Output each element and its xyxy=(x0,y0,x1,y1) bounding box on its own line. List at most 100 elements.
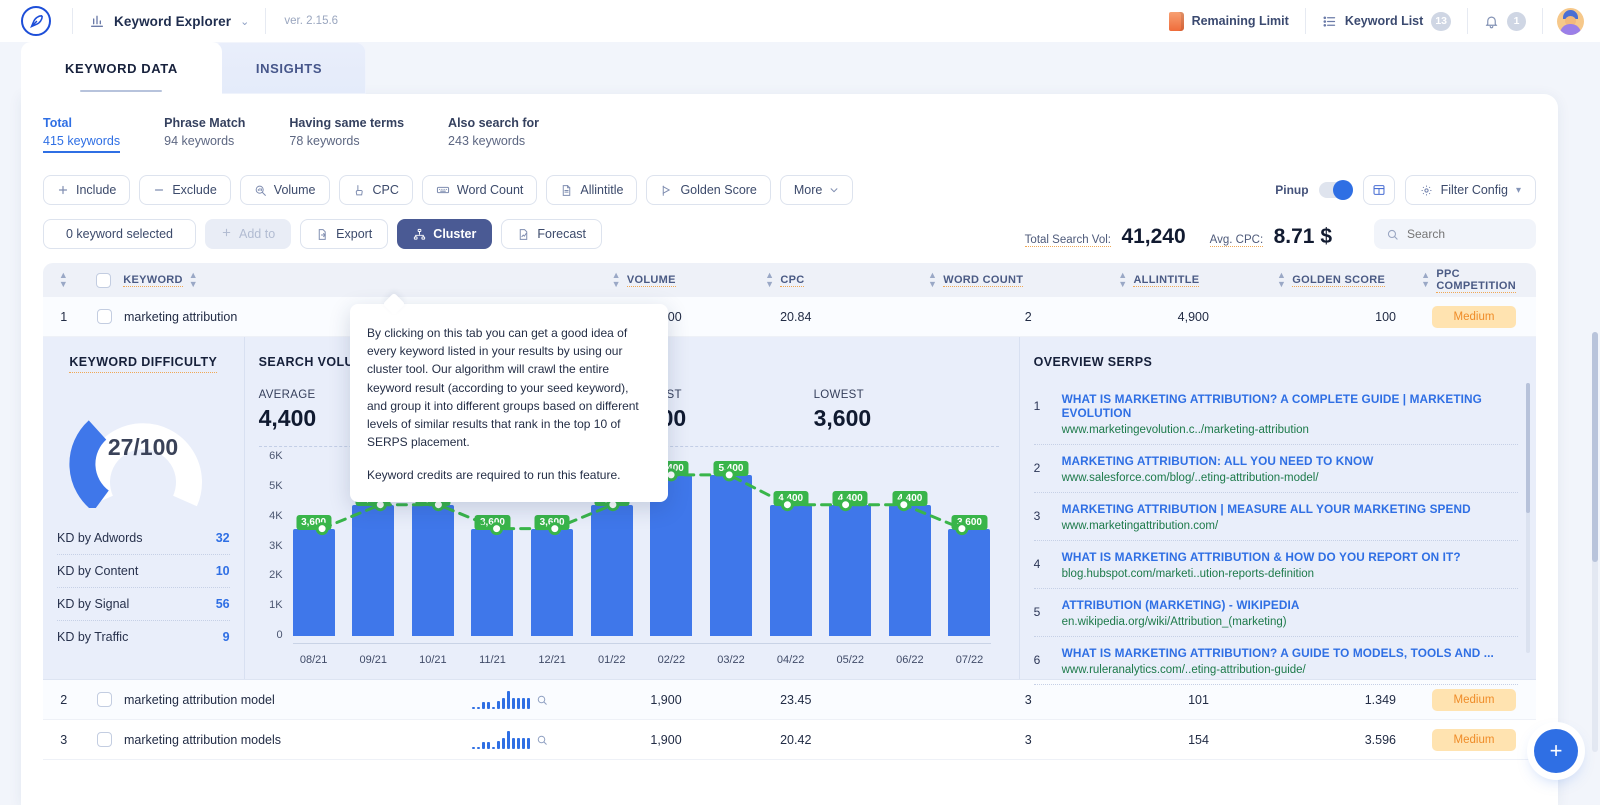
chart-bar[interactable] xyxy=(412,505,454,636)
filter-cpc-button[interactable]: CPC xyxy=(339,175,413,205)
serp-title-link[interactable]: MARKETING ATTRIBUTION | MEASURE ALL YOUR… xyxy=(1062,502,1518,516)
chart-bar-column[interactable]: 4,400 xyxy=(770,457,812,636)
serp-title-link[interactable]: WHAT IS MARKETING ATTRIBUTION? A COMPLET… xyxy=(1062,392,1518,420)
magnifier-icon[interactable] xyxy=(536,734,548,746)
app-logo[interactable] xyxy=(0,6,72,36)
kd-row-adwords: KD by Adwords 32 xyxy=(57,522,230,555)
header-ppc-competition[interactable]: ▲▼ PPC COMPETITION xyxy=(1421,268,1536,293)
filter-exclude-button[interactable]: Exclude xyxy=(139,175,230,205)
sort-icon[interactable]: ▲▼ xyxy=(612,271,621,289)
sort-icon[interactable]: ▲▼ xyxy=(1277,271,1286,289)
header-volume-label: VOLUME xyxy=(627,274,676,287)
pinup-toggle[interactable] xyxy=(1319,182,1353,198)
table-row[interactable]: 3 marketing attribution models 1,900 20.… xyxy=(43,720,1536,760)
chart-bar-column[interactable]: 5,400 xyxy=(710,457,752,636)
select-all-checkbox[interactable] xyxy=(96,273,111,288)
magnifier-icon[interactable] xyxy=(536,694,548,706)
header-allintitle[interactable]: ▲▼ ALLINTITLE xyxy=(1075,271,1241,289)
chart-bar-column[interactable]: 3,600 xyxy=(948,457,990,636)
filter-word-count-button[interactable]: Word Count xyxy=(422,175,537,205)
row-sparkline-cell[interactable] xyxy=(454,691,567,709)
summary-item-same-terms[interactable]: Having same terms 78 keywords xyxy=(289,116,448,153)
notifications-button[interactable]: 1 xyxy=(1468,7,1542,35)
row-checkbox[interactable] xyxy=(97,309,112,324)
export-button[interactable]: Export xyxy=(300,219,388,249)
filter-more-button[interactable]: More xyxy=(780,175,853,205)
row-checkbox[interactable] xyxy=(97,692,112,707)
chart-bar[interactable] xyxy=(829,505,871,636)
serp-result-item[interactable]: 2MARKETING ATTRIBUTION: ALL YOU NEED TO … xyxy=(1034,445,1518,493)
page-scrollbar-thumb[interactable] xyxy=(1592,332,1598,562)
chart-bar[interactable] xyxy=(710,475,752,636)
serp-result-item[interactable]: 6 WHAT IS MARKETING ATTRIBUTION? A GUIDE … xyxy=(1034,637,1518,685)
filter-volume-button[interactable]: Volume xyxy=(240,175,330,205)
filter-config-button[interactable]: Filter Config ▾ xyxy=(1405,175,1536,205)
header-sort-index[interactable]: ▲▼ xyxy=(43,271,84,289)
status-badge: Medium xyxy=(1432,689,1516,711)
chart-bar-column[interactable]: 3,600 xyxy=(293,457,335,636)
chevron-down-icon[interactable]: ⌄ xyxy=(240,15,249,28)
sort-icon[interactable]: ▲▼ xyxy=(928,271,937,289)
table-row[interactable]: 2 marketing attribution model 1,900 23.4… xyxy=(43,680,1536,720)
header-cpc[interactable]: ▲▼ CPC xyxy=(704,271,867,289)
add-fab-button[interactable]: + xyxy=(1534,729,1578,773)
keyword-list-button[interactable]: Keyword List 13 xyxy=(1306,7,1467,35)
layout-panel-button[interactable] xyxy=(1363,175,1395,205)
remaining-limit-button[interactable]: Remaining Limit xyxy=(1153,7,1305,35)
header-word-count[interactable]: ▲▼ WORD COUNT xyxy=(866,271,1075,289)
serp-result-item[interactable]: 3MARKETING ATTRIBUTION | MEASURE ALL YOU… xyxy=(1034,493,1518,541)
filter-include-button[interactable]: Include xyxy=(43,175,130,205)
add-to-button[interactable]: Add to xyxy=(205,219,291,249)
chart-bar-column[interactable]: 4,400 xyxy=(889,457,931,636)
chart-x-axis-labels: 08/2109/2110/2111/2112/2101/2202/2203/22… xyxy=(293,654,991,666)
row-checkbox-cell[interactable] xyxy=(84,309,124,324)
search-input[interactable] xyxy=(1407,227,1524,241)
chart-bar-column[interactable]: 4,400 xyxy=(829,457,871,636)
chart-bar[interactable] xyxy=(531,529,573,636)
chart-bar[interactable] xyxy=(948,529,990,636)
filter-golden-score-button[interactable]: Golden Score xyxy=(646,175,770,205)
search-box[interactable] xyxy=(1374,219,1536,249)
serp-result-item[interactable]: 4WHAT IS MARKETING ATTRIBUTION & HOW DO … xyxy=(1034,541,1518,589)
sort-icon[interactable]: ▲▼ xyxy=(765,271,774,289)
serps-scrollbar-thumb[interactable] xyxy=(1526,383,1530,513)
header-keyword[interactable]: KEYWORD ▲▼ xyxy=(123,271,450,289)
serp-title-link[interactable]: MARKETING ATTRIBUTION: ALL YOU NEED TO K… xyxy=(1062,454,1518,468)
cluster-button[interactable]: Cluster xyxy=(397,219,492,249)
flag-icon xyxy=(660,184,673,197)
serps-scrollbar[interactable] xyxy=(1526,383,1530,653)
header-select-all[interactable] xyxy=(84,273,123,288)
tab-insights[interactable]: INSIGHTS xyxy=(212,42,366,94)
sort-icon[interactable]: ▲▼ xyxy=(1118,271,1127,289)
chart-bar[interactable] xyxy=(591,505,633,636)
chart-bar[interactable] xyxy=(889,505,931,636)
table-row[interactable]: 1 marketing attribution 4,400 20.84 2 4,… xyxy=(43,297,1536,337)
sort-icon[interactable]: ▲▼ xyxy=(1421,271,1430,289)
row-checkbox[interactable] xyxy=(97,732,112,747)
page-scrollbar[interactable] xyxy=(1592,332,1598,752)
chart-bar[interactable] xyxy=(293,529,335,636)
row-checkbox-cell[interactable] xyxy=(84,692,124,707)
tab-keyword-data[interactable]: KEYWORD DATA xyxy=(21,42,222,94)
summary-item-phrase-match[interactable]: Phrase Match 94 keywords xyxy=(164,116,289,153)
serp-result-item[interactable]: 1WHAT IS MARKETING ATTRIBUTION? A COMPLE… xyxy=(1034,383,1518,445)
sort-icon[interactable]: ▲▼ xyxy=(189,271,198,289)
avatar[interactable] xyxy=(1557,8,1584,35)
summary-item-also-search[interactable]: Also search for 243 keywords xyxy=(448,116,583,153)
serp-title-link[interactable]: WHAT IS MARKETING ATTRIBUTION? A GUIDE T… xyxy=(1062,646,1518,660)
chart-bar[interactable] xyxy=(770,505,812,636)
row-sparkline-cell[interactable] xyxy=(454,731,567,749)
serp-title-link[interactable]: WHAT IS MARKETING ATTRIBUTION & HOW DO Y… xyxy=(1062,550,1518,564)
header-golden-score[interactable]: ▲▼ GOLDEN SCORE xyxy=(1241,271,1421,289)
row-checkbox-cell[interactable] xyxy=(84,732,124,747)
summary-item-total[interactable]: Total 415 keywords xyxy=(43,116,164,153)
chart-bar[interactable] xyxy=(352,505,394,636)
forecast-button[interactable]: Forecast xyxy=(501,219,602,249)
app-selector[interactable]: Keyword Explorer ⌄ xyxy=(73,0,265,42)
serp-result-item[interactable]: 5ATTRIBUTION (MARKETING) - WIKIPEDIAen.w… xyxy=(1034,589,1518,637)
filter-allintitle-button[interactable]: Allintitle xyxy=(546,175,637,205)
header-volume[interactable]: ▲▼ VOLUME xyxy=(562,271,704,289)
serp-rank: 6 xyxy=(1034,646,1048,676)
serp-title-link[interactable]: ATTRIBUTION (MARKETING) - WIKIPEDIA xyxy=(1062,598,1518,612)
chart-bar[interactable] xyxy=(471,529,513,636)
